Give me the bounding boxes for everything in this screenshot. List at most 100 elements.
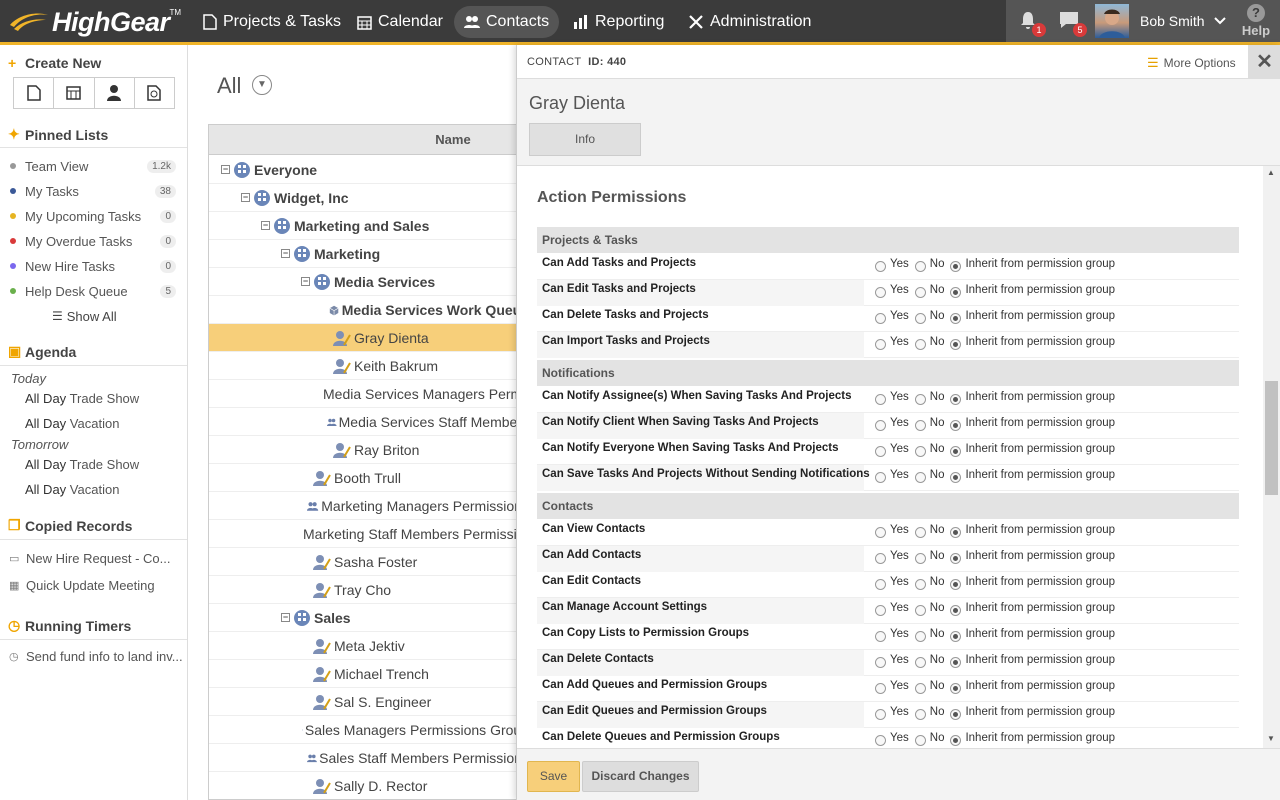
permission-radio-yes[interactable]: Yes [875, 732, 915, 746]
permission-radio-no[interactable]: No [914, 550, 951, 564]
permission-radio-no[interactable]: No [914, 602, 951, 616]
radio-button[interactable] [950, 260, 962, 272]
radio-button[interactable] [914, 445, 926, 457]
radio-button[interactable] [950, 604, 962, 616]
permission-radio-yes[interactable]: Yes [875, 602, 915, 616]
pinned-list-item[interactable]: My Tasks 38 [10, 182, 180, 200]
radio-button[interactable] [914, 630, 926, 642]
avatar[interactable] [1095, 4, 1129, 38]
radio-button[interactable] [914, 552, 926, 564]
radio-button[interactable] [875, 419, 886, 431]
radio-button[interactable] [875, 338, 886, 350]
agenda-item[interactable]: All Day Vacation [25, 482, 119, 497]
permission-radio-no[interactable]: No [914, 417, 951, 431]
permission-radio-yes[interactable]: Yes [875, 284, 915, 298]
copied-record-item[interactable]: ▭ New Hire Request - Co... [9, 551, 171, 566]
permission-radio-inherit[interactable]: Inherit from permission group [950, 469, 1121, 483]
tree-row[interactable]: − Marketing and Sales [209, 212, 527, 240]
show-all-link[interactable]: ☰ Show All [52, 307, 132, 325]
permission-radio-yes[interactable]: Yes [875, 258, 915, 272]
tree-row[interactable]: − Widget, Inc [209, 184, 527, 212]
radio-button[interactable] [914, 419, 926, 431]
radio-button[interactable] [914, 526, 926, 538]
collapse-toggle-icon[interactable]: − [261, 221, 270, 230]
collapse-toggle-icon[interactable]: − [301, 277, 310, 286]
scroll-up-arrow[interactable]: ▲ [1267, 168, 1275, 177]
radio-button[interactable] [875, 312, 886, 324]
radio-button[interactable] [875, 578, 886, 590]
permission-radio-yes[interactable]: Yes [875, 310, 915, 324]
radio-button[interactable] [875, 708, 886, 720]
radio-button[interactable] [914, 260, 926, 272]
tree-row[interactable]: Tray Cho [209, 576, 527, 604]
permission-radio-no[interactable]: No [914, 732, 951, 746]
radio-button[interactable] [875, 526, 886, 538]
agenda-item[interactable]: All Day Vacation [25, 416, 119, 431]
radio-button[interactable] [914, 393, 926, 405]
radio-button[interactable] [914, 312, 926, 324]
radio-button[interactable] [950, 471, 962, 483]
tree-row[interactable]: − Marketing [209, 240, 527, 268]
permission-radio-yes[interactable]: Yes [875, 469, 915, 483]
pinned-list-item[interactable]: Team View 1.2k [10, 157, 180, 175]
radio-button[interactable] [914, 682, 926, 694]
radio-button[interactable] [875, 552, 886, 564]
radio-button[interactable] [950, 526, 962, 538]
radio-button[interactable] [875, 604, 886, 616]
panel-scrollbar[interactable]: ▲ ▼ [1263, 166, 1280, 748]
view-dropdown-button[interactable]: ▼ [252, 75, 272, 95]
permission-radio-no[interactable]: No [914, 310, 951, 324]
permission-radio-no[interactable]: No [914, 654, 951, 668]
permission-radio-inherit[interactable]: Inherit from permission group [950, 680, 1121, 694]
permission-radio-no[interactable]: No [914, 628, 951, 642]
permission-radio-inherit[interactable]: Inherit from permission group [950, 706, 1121, 720]
permission-radio-no[interactable]: No [914, 336, 951, 350]
column-header-name[interactable]: Name [209, 125, 527, 155]
radio-button[interactable] [875, 445, 886, 457]
tree-row[interactable]: Media Services Staff Members [209, 408, 527, 436]
permission-radio-yes[interactable]: Yes [875, 706, 915, 720]
permission-radio-yes[interactable]: Yes [875, 443, 915, 457]
radio-button[interactable] [914, 338, 926, 350]
radio-button[interactable] [914, 471, 926, 483]
radio-button[interactable] [914, 578, 926, 590]
radio-button[interactable] [875, 471, 886, 483]
close-panel-button[interactable]: ✕ [1248, 45, 1280, 79]
permission-radio-no[interactable]: No [914, 284, 951, 298]
tree-row[interactable]: Marketing Staff Members Permissions [209, 520, 527, 548]
save-button[interactable]: Save [527, 761, 580, 792]
permission-radio-no[interactable]: No [914, 680, 951, 694]
tree-row[interactable]: Meta Jektiv [209, 632, 527, 660]
nav-projects-tasks[interactable]: Projects & Tasks [193, 6, 351, 38]
permission-radio-no[interactable]: No [914, 576, 951, 590]
permission-radio-yes[interactable]: Yes [875, 654, 915, 668]
permission-radio-yes[interactable]: Yes [875, 550, 915, 564]
more-options-button[interactable]: ☰ More Options [1147, 55, 1236, 71]
messages-button[interactable]: 5 [1058, 10, 1087, 37]
radio-button[interactable] [950, 578, 962, 590]
nav-contacts[interactable]: Contacts [454, 6, 560, 38]
tree-row[interactable]: Media Services Work Queue [209, 296, 527, 324]
pinned-list-item[interactable]: New Hire Tasks 0 [10, 257, 180, 275]
tree-row[interactable]: Sal S. Engineer [209, 688, 527, 716]
radio-button[interactable] [950, 286, 962, 298]
tree-row[interactable]: Sasha Foster [209, 548, 527, 576]
help-button[interactable]: ? Help [1240, 4, 1272, 38]
collapse-toggle-icon[interactable]: − [221, 165, 230, 174]
collapse-toggle-icon[interactable]: − [281, 249, 290, 258]
radio-button[interactable] [914, 734, 926, 746]
radio-button[interactable] [950, 338, 962, 350]
permission-radio-no[interactable]: No [914, 524, 951, 538]
radio-button[interactable] [950, 708, 962, 720]
radio-button[interactable] [950, 445, 962, 457]
permission-radio-inherit[interactable]: Inherit from permission group [950, 654, 1121, 668]
permission-radio-yes[interactable]: Yes [875, 417, 915, 431]
discard-changes-button[interactable]: Discard Changes [582, 761, 699, 792]
collapse-toggle-icon[interactable]: − [241, 193, 250, 202]
radio-button[interactable] [875, 656, 886, 668]
permission-radio-yes[interactable]: Yes [875, 524, 915, 538]
agenda-item[interactable]: All Day Trade Show [25, 457, 139, 472]
permission-radio-yes[interactable]: Yes [875, 628, 915, 642]
tree-row[interactable]: Michael Trench [209, 660, 527, 688]
tree-row[interactable]: Marketing Managers Permissions [209, 492, 527, 520]
